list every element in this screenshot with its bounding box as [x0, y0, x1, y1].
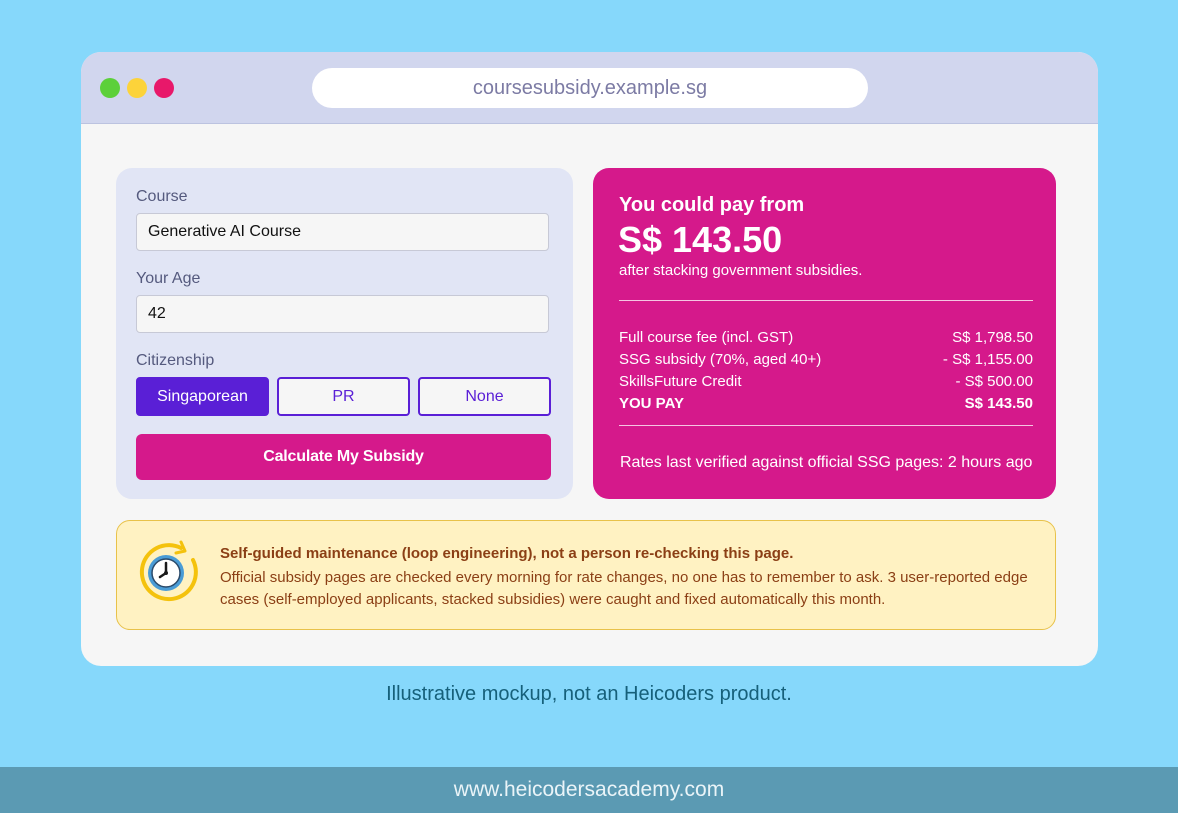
maintenance-banner: Self-guided maintenance (loop engineerin…: [116, 520, 1056, 630]
address-bar-url: coursesubsidy.example.sg: [472, 76, 708, 99]
citizenship-option-singaporean[interactable]: Singaporean: [136, 377, 269, 416]
browser-window: coursesubsidy.example.sg Course Your Age…: [81, 52, 1098, 666]
result-subtext: after stacking government subsidies.: [619, 262, 863, 279]
fee-row-label: Full course fee (incl. GST): [619, 329, 794, 346]
result-heading: You could pay from: [619, 194, 805, 216]
fee-row-amount: - S$ 1,155.00: [942, 351, 1033, 368]
fee-row-label: SSG subsidy (70%, aged 40+): [619, 351, 822, 368]
citizenship-option-pr[interactable]: PR: [277, 377, 410, 416]
browser-titlebar: coursesubsidy.example.sg: [81, 52, 1098, 124]
fee-row-amount: - S$ 500.00: [955, 373, 1033, 390]
citizenship-option-none[interactable]: None: [418, 377, 551, 416]
subsidy-form: Course Your Age Citizenship Singaporean …: [116, 168, 573, 499]
fee-row-label: YOU PAY: [619, 395, 685, 412]
fee-row-you-pay: YOU PAY S$ 143.50: [619, 395, 1033, 412]
banner-body: Official subsidy pages are checked every…: [220, 569, 1028, 608]
course-label: Course: [136, 188, 188, 205]
clock-refresh-icon: [139, 540, 198, 602]
fee-row-full-course: Full course fee (incl. GST) S$ 1,798.50: [619, 329, 1033, 346]
result-divider-top: [619, 300, 1033, 301]
age-label: Your Age: [136, 270, 201, 287]
calculate-subsidy-button[interactable]: Calculate My Subsidy: [136, 434, 551, 480]
address-bar[interactable]: coursesubsidy.example.sg: [312, 68, 868, 108]
fee-row-amount: S$ 143.50: [964, 395, 1033, 412]
result-price: S$ 143.50: [618, 219, 783, 260]
fee-row-amount: S$ 1,798.50: [952, 329, 1033, 346]
course-input[interactable]: [136, 213, 549, 251]
footer-bar: www.heicodersacademy.com: [0, 767, 1178, 813]
fee-row-label: SkillsFuture Credit: [619, 373, 742, 390]
rates-verified-text: Rates last verified against official SSG…: [620, 454, 1033, 471]
banner-title: Self-guided maintenance (loop engineerin…: [220, 545, 794, 562]
maximize-dot[interactable]: [100, 78, 120, 98]
mockup-disclaimer: Illustrative mockup, not an Heicoders pr…: [386, 683, 792, 705]
result-divider-bottom: [619, 425, 1033, 426]
subsidy-result-card: You could pay from S$ 143.50 after stack…: [593, 168, 1056, 499]
footer-website[interactable]: www.heicodersacademy.com: [454, 778, 724, 802]
fee-row-skillsfuture-credit: SkillsFuture Credit - S$ 500.00: [619, 373, 1033, 390]
close-dot[interactable]: [154, 78, 174, 98]
age-input[interactable]: [136, 295, 549, 333]
fee-row-ssg-subsidy: SSG subsidy (70%, aged 40+) - S$ 1,155.0…: [619, 351, 1033, 368]
minimize-dot[interactable]: [127, 78, 147, 98]
citizenship-label: Citizenship: [136, 352, 215, 369]
